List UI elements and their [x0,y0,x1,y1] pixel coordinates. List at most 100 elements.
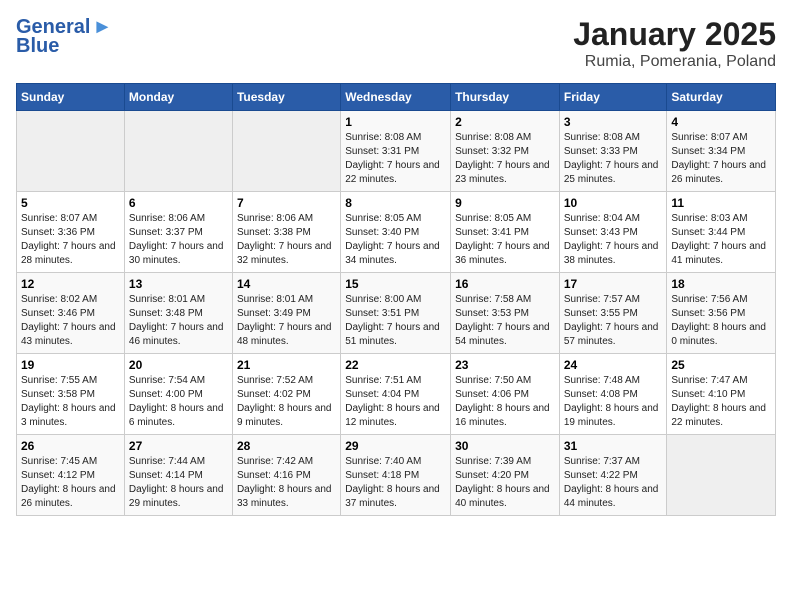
day-cell: 15 Sunrise: 8:00 AMSunset: 3:51 PMDaylig… [341,273,451,354]
day-number: 12 [21,277,120,291]
day-header-tuesday: Tuesday [232,84,340,111]
day-cell: 27 Sunrise: 7:44 AMSunset: 4:14 PMDaylig… [124,435,232,516]
day-header-saturday: Saturday [667,84,776,111]
day-info: Sunrise: 7:50 AMSunset: 4:06 PMDaylight:… [455,375,550,428]
day-cell: 29 Sunrise: 7:40 AMSunset: 4:18 PMDaylig… [341,435,451,516]
day-info: Sunrise: 7:52 AMSunset: 4:02 PMDaylight:… [237,375,332,428]
logo-arrow-icon: ► [92,16,112,39]
day-cell: 8 Sunrise: 8:05 AMSunset: 3:40 PMDayligh… [341,192,451,273]
day-number: 5 [21,196,120,210]
header: General ► Blue January 2025 Rumia, Pomer… [16,16,776,71]
week-row-1: 1 Sunrise: 8:08 AMSunset: 3:31 PMDayligh… [17,111,776,192]
day-cell [17,111,125,192]
day-info: Sunrise: 8:02 AMSunset: 3:46 PMDaylight:… [21,294,116,347]
day-cell: 11 Sunrise: 8:03 AMSunset: 3:44 PMDaylig… [667,192,776,273]
day-cell: 10 Sunrise: 8:04 AMSunset: 3:43 PMDaylig… [559,192,667,273]
day-number: 9 [455,196,555,210]
day-number: 27 [129,439,228,453]
day-number: 24 [564,358,663,372]
day-number: 26 [21,439,120,453]
day-number: 18 [671,277,771,291]
week-row-2: 5 Sunrise: 8:07 AMSunset: 3:36 PMDayligh… [17,192,776,273]
day-header-friday: Friday [559,84,667,111]
day-cell: 26 Sunrise: 7:45 AMSunset: 4:12 PMDaylig… [17,435,125,516]
day-number: 31 [564,439,663,453]
day-info: Sunrise: 7:58 AMSunset: 3:53 PMDaylight:… [455,294,550,347]
day-info: Sunrise: 7:57 AMSunset: 3:55 PMDaylight:… [564,294,659,347]
day-number: 20 [129,358,228,372]
day-cell: 9 Sunrise: 8:05 AMSunset: 3:41 PMDayligh… [451,192,560,273]
day-info: Sunrise: 7:40 AMSunset: 4:18 PMDaylight:… [345,456,440,509]
day-info: Sunrise: 7:48 AMSunset: 4:08 PMDaylight:… [564,375,659,428]
day-number: 29 [345,439,446,453]
day-info: Sunrise: 7:37 AMSunset: 4:22 PMDaylight:… [564,456,659,509]
day-cell: 6 Sunrise: 8:06 AMSunset: 3:37 PMDayligh… [124,192,232,273]
day-number: 1 [345,115,446,129]
day-cell: 2 Sunrise: 8:08 AMSunset: 3:32 PMDayligh… [451,111,560,192]
day-number: 30 [455,439,555,453]
day-cell: 4 Sunrise: 8:07 AMSunset: 3:34 PMDayligh… [667,111,776,192]
day-info: Sunrise: 7:45 AMSunset: 4:12 PMDaylight:… [21,456,116,509]
day-cell: 28 Sunrise: 7:42 AMSunset: 4:16 PMDaylig… [232,435,340,516]
day-number: 4 [671,115,771,129]
day-number: 28 [237,439,336,453]
day-info: Sunrise: 8:05 AMSunset: 3:41 PMDaylight:… [455,213,550,266]
day-cell: 20 Sunrise: 7:54 AMSunset: 4:00 PMDaylig… [124,354,232,435]
day-number: 3 [564,115,663,129]
day-header-row: SundayMondayTuesdayWednesdayThursdayFrid… [17,84,776,111]
day-cell: 24 Sunrise: 7:48 AMSunset: 4:08 PMDaylig… [559,354,667,435]
calendar-subtitle: Rumia, Pomerania, Poland [573,53,776,71]
day-cell [232,111,340,192]
day-info: Sunrise: 7:42 AMSunset: 4:16 PMDaylight:… [237,456,332,509]
day-info: Sunrise: 8:00 AMSunset: 3:51 PMDaylight:… [345,294,440,347]
day-info: Sunrise: 7:44 AMSunset: 4:14 PMDaylight:… [129,456,224,509]
day-info: Sunrise: 8:08 AMSunset: 3:33 PMDaylight:… [564,132,659,185]
day-header-sunday: Sunday [17,84,125,111]
week-row-4: 19 Sunrise: 7:55 AMSunset: 3:58 PMDaylig… [17,354,776,435]
day-number: 17 [564,277,663,291]
day-number: 19 [21,358,120,372]
day-number: 23 [455,358,555,372]
day-cell: 23 Sunrise: 7:50 AMSunset: 4:06 PMDaylig… [451,354,560,435]
day-info: Sunrise: 7:47 AMSunset: 4:10 PMDaylight:… [671,375,766,428]
day-info: Sunrise: 8:03 AMSunset: 3:44 PMDaylight:… [671,213,766,266]
day-header-wednesday: Wednesday [341,84,451,111]
day-cell: 19 Sunrise: 7:55 AMSunset: 3:58 PMDaylig… [17,354,125,435]
day-cell: 22 Sunrise: 7:51 AMSunset: 4:04 PMDaylig… [341,354,451,435]
week-row-5: 26 Sunrise: 7:45 AMSunset: 4:12 PMDaylig… [17,435,776,516]
day-info: Sunrise: 7:56 AMSunset: 3:56 PMDaylight:… [671,294,766,347]
day-cell: 16 Sunrise: 7:58 AMSunset: 3:53 PMDaylig… [451,273,560,354]
day-number: 7 [237,196,336,210]
day-info: Sunrise: 8:08 AMSunset: 3:32 PMDaylight:… [455,132,550,185]
day-number: 6 [129,196,228,210]
day-cell: 14 Sunrise: 8:01 AMSunset: 3:49 PMDaylig… [232,273,340,354]
day-info: Sunrise: 8:01 AMSunset: 3:48 PMDaylight:… [129,294,224,347]
day-cell [667,435,776,516]
day-header-monday: Monday [124,84,232,111]
day-info: Sunrise: 8:08 AMSunset: 3:31 PMDaylight:… [345,132,440,185]
day-number: 15 [345,277,446,291]
calendar-table: SundayMondayTuesdayWednesdayThursdayFrid… [16,83,776,516]
day-cell: 25 Sunrise: 7:47 AMSunset: 4:10 PMDaylig… [667,354,776,435]
day-number: 13 [129,277,228,291]
day-cell: 12 Sunrise: 8:02 AMSunset: 3:46 PMDaylig… [17,273,125,354]
day-cell: 7 Sunrise: 8:06 AMSunset: 3:38 PMDayligh… [232,192,340,273]
day-number: 22 [345,358,446,372]
day-number: 25 [671,358,771,372]
logo: General ► Blue [16,16,112,58]
day-info: Sunrise: 8:04 AMSunset: 3:43 PMDaylight:… [564,213,659,266]
day-info: Sunrise: 7:55 AMSunset: 3:58 PMDaylight:… [21,375,116,428]
day-cell: 18 Sunrise: 7:56 AMSunset: 3:56 PMDaylig… [667,273,776,354]
day-cell [124,111,232,192]
day-cell: 21 Sunrise: 7:52 AMSunset: 4:02 PMDaylig… [232,354,340,435]
day-cell: 3 Sunrise: 8:08 AMSunset: 3:33 PMDayligh… [559,111,667,192]
calendar-title: January 2025 [573,16,776,53]
day-info: Sunrise: 7:51 AMSunset: 4:04 PMDaylight:… [345,375,440,428]
day-number: 11 [671,196,771,210]
day-number: 2 [455,115,555,129]
day-cell: 31 Sunrise: 7:37 AMSunset: 4:22 PMDaylig… [559,435,667,516]
day-info: Sunrise: 8:05 AMSunset: 3:40 PMDaylight:… [345,213,440,266]
day-info: Sunrise: 8:07 AMSunset: 3:36 PMDaylight:… [21,213,116,266]
day-cell: 13 Sunrise: 8:01 AMSunset: 3:48 PMDaylig… [124,273,232,354]
day-number: 16 [455,277,555,291]
